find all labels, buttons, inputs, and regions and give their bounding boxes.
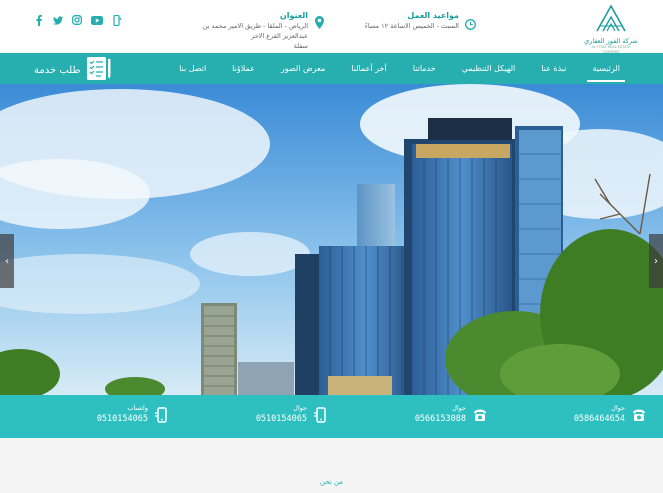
mobile-icon: [313, 407, 329, 427]
request-service-button[interactable]: طلب خدمة: [34, 56, 112, 85]
mobile-icon: [154, 407, 170, 427]
hours-line: السبت - الخميس الاساعة ١٢ مساءً: [364, 22, 459, 30]
address-block: العنوان الرياض - الملقا - طريق الامير مح…: [183, 10, 308, 51]
nav-item-clients[interactable]: عملاؤنا: [219, 53, 268, 84]
request-service-label: طلب خدمة: [34, 65, 81, 76]
chevron-left-icon: ‹: [5, 255, 9, 267]
map-pin-icon: [315, 14, 324, 33]
social-links: [34, 14, 122, 26]
nav-item-about[interactable]: نبذة عنا: [528, 53, 579, 84]
phone-icon: [472, 407, 488, 427]
slider-next-button[interactable]: ›: [649, 234, 663, 288]
contact-label: جوال: [611, 404, 625, 412]
contact-number: 0586464654: [573, 414, 625, 424]
address-line: الرياض - الملقا - طريق الامير محمد بن عب…: [202, 22, 308, 40]
slider-prev-button[interactable]: ‹: [0, 234, 14, 288]
main-nav: طلب خدمة الرئيسية نبذة عنا الهيكل التنظي…: [0, 53, 663, 84]
logo-mark-icon: [596, 4, 626, 32]
hero-slider: [0, 84, 663, 395]
clock-icon: [465, 15, 476, 34]
contact-label: جوال: [452, 404, 466, 412]
twitter-icon[interactable]: [53, 14, 63, 26]
contact-item[interactable]: واتساب 0510154065: [60, 401, 170, 433]
address-title: العنوان: [279, 11, 308, 20]
instagram-icon[interactable]: [72, 14, 82, 26]
hero-image: [0, 84, 663, 395]
youtube-icon[interactable]: [91, 14, 103, 26]
about-heading: من نحن: [319, 478, 344, 486]
contact-strip: جوال 0586464654 جوال 0566153088 جوال 051…: [0, 395, 663, 438]
hours-block: مواعيد العمل السبت - الخميس الاساعة ١٢ م…: [334, 10, 459, 31]
logo-name: شركة الفوز العقاري: [584, 37, 638, 45]
contact-number: 0510154065: [96, 414, 148, 424]
nav-item-services[interactable]: خدماتنا: [400, 53, 449, 84]
contact-label: واتساب: [127, 404, 148, 412]
chevron-right-icon: ›: [654, 255, 658, 267]
phone-icon: [631, 407, 647, 427]
hours-title: مواعيد العمل: [407, 11, 459, 20]
whatsapp-icon[interactable]: [112, 14, 122, 26]
facebook-icon[interactable]: [34, 14, 44, 26]
top-bar: العنوان الرياض - الملقا - طريق الامير مح…: [0, 0, 663, 54]
company-logo[interactable]: شركة الفوز العقاري AL FOUZ REAL ESTATE C…: [583, 4, 639, 54]
nav-menu: الرئيسية نبذة عنا الهيكل التنظيمي خدماتن…: [166, 53, 633, 84]
checklist-icon: [86, 56, 112, 85]
contact-label: جوال: [293, 404, 307, 412]
nav-item-structure[interactable]: الهيكل التنظيمي: [449, 53, 529, 84]
nav-item-contact[interactable]: اتصل بنا: [166, 53, 219, 84]
contact-item[interactable]: جوال 0510154065: [219, 401, 329, 433]
about-section: من نحن: [0, 438, 663, 493]
contact-number: 0510154065: [255, 414, 307, 424]
contact-number: 0566153088: [414, 414, 466, 424]
nav-item-gallery[interactable]: معرض الصور: [268, 53, 338, 84]
nav-item-latest-works[interactable]: آخر أعمالنا: [338, 53, 399, 84]
contact-item[interactable]: جوال 0566153088: [378, 401, 488, 433]
contact-item[interactable]: جوال 0586464654: [537, 401, 647, 433]
nav-item-home[interactable]: الرئيسية: [579, 53, 633, 84]
address-line-2: سفلة: [293, 42, 308, 50]
